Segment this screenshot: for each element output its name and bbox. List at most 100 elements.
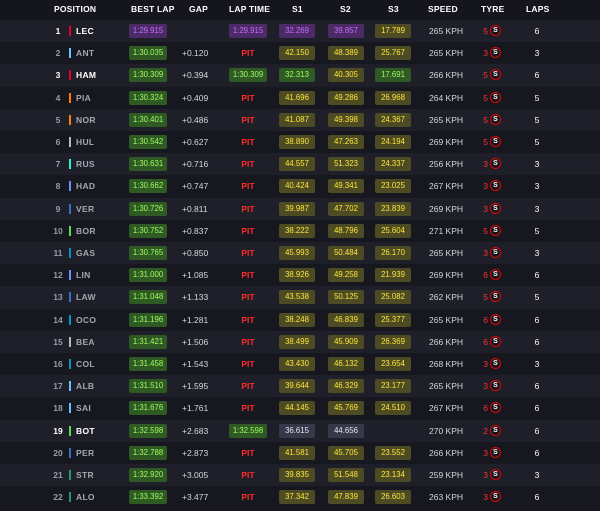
header-best-lap[interactable]: BEST LAP <box>131 4 175 14</box>
position-number: 11 <box>53 248 63 258</box>
table-row[interactable]: 21 STR 1:32.920 +3.005 PIT 39.835 51.548 23.134… <box>0 464 600 487</box>
table-row[interactable]: 8 HAD 1:30.662 +0.747 PIT 40.424 49.341 23.025 2… <box>0 175 600 198</box>
team-color-bar <box>69 48 71 59</box>
table-row[interactable]: 10 BOR 1:30.752 +0.837 PIT 38.222 48.796 25.604… <box>0 219 600 242</box>
table-row[interactable]: 9 VER 1:30.726 +0.811 PIT 39.987 47.702 23.839 2… <box>0 197 600 220</box>
gap-to-leader: +0.486 <box>182 114 209 125</box>
table-row[interactable]: 22 ALO 1:33.392 +3.477 PIT 37.342 47.839 26.603… <box>0 486 600 509</box>
lap-time-pit: PIT <box>241 270 255 281</box>
tyre-age: 3 <box>483 203 488 214</box>
header-gap[interactable]: GAP <box>189 4 208 14</box>
header-speed[interactable]: SPEED <box>428 4 458 14</box>
gap-to-leader: +1.761 <box>182 403 209 414</box>
header-s2[interactable]: S2 <box>340 4 351 14</box>
soft-tyre-icon: S <box>490 113 501 125</box>
tyre-age: 5 <box>483 26 488 36</box>
lap-time-pit: PIT <box>241 492 255 503</box>
speed-trap: 268 KPH <box>429 359 464 369</box>
header-s3[interactable]: S3 <box>388 4 399 14</box>
driver-code: ALB <box>76 381 95 392</box>
best-lap-time: 1:30.631 <box>129 157 167 172</box>
driver-code: ALO <box>76 492 95 503</box>
sector-1-time: 43.430 <box>279 357 315 371</box>
table-row[interactable]: 5 NOR 1:30.401 +0.486 PIT 41.087 49.398 24.367 2… <box>0 108 600 131</box>
table-row[interactable]: 2 ANT 1:30.035 +0.120 PIT 42.150 48.389 25.767 2… <box>0 42 600 65</box>
table-row[interactable]: 17 ALB 1:31.510 +1.595 PIT 39.644 46.329 23.177… <box>0 375 600 398</box>
lap-count: 5 <box>534 114 540 125</box>
sector-2-time: 44.656 <box>328 423 364 438</box>
position-number: 22 <box>53 492 63 503</box>
sector-1-time: 42.150 <box>279 46 315 61</box>
header-laps[interactable]: LAPS <box>526 4 549 14</box>
best-lap-time: 1:32.598 <box>129 423 167 438</box>
position-number: 13 <box>53 292 63 303</box>
lap-count: 3 <box>534 203 540 214</box>
best-lap-time: 1:30.401 <box>129 112 167 127</box>
table-row[interactable]: 18 SAI 1:31.676 +1.761 PIT 44.145 45.769 24.510… <box>0 397 600 420</box>
speed-trap: 269 KPH <box>429 270 464 281</box>
lap-time: 1:29.915 <box>229 24 267 38</box>
sector-3-time: 24.510 <box>375 401 411 416</box>
speed-trap: 271 KPH <box>429 225 464 236</box>
table-row[interactable]: 6 HUL 1:30.542 +0.627 PIT 38.890 47.263 24.194 2… <box>0 131 600 154</box>
position-number: 8 <box>55 181 61 192</box>
soft-tyre-icon: S <box>490 158 501 170</box>
table-row[interactable]: 1 LEC 1:29.915 1:29.915 32.269 39.857 17.789 26… <box>0 20 600 43</box>
table-row[interactable]: 4 PIA 1:30.324 +0.409 PIT 41.696 49.286 26.968 2… <box>0 86 600 109</box>
gap-to-leader: +1.281 <box>182 314 209 325</box>
table-row[interactable]: 13 LAW 1:31.048 +1.133 PIT 43.538 50.125 25.082… <box>0 286 600 309</box>
speed-trap: 270 KPH <box>429 425 464 436</box>
position-number: 17 <box>53 381 63 392</box>
table-row[interactable]: 20 PER 1:32.788 +2.873 PIT 41.581 45.705 23.552… <box>0 441 600 464</box>
tyre-age: 2 <box>483 425 488 436</box>
table-row[interactable]: 19 BOT 1:32.598 +2.683 1:32.598 36.615 44.656 2… <box>0 419 600 442</box>
gap-to-leader: +2.683 <box>182 425 209 436</box>
lap-count: 6 <box>534 270 540 281</box>
position-number: 1 <box>55 26 61 36</box>
lap-time-pit: PIT <box>241 48 255 59</box>
header-position[interactable]: POSITION <box>54 4 96 14</box>
table-row[interactable]: 12 LIN 1:31.000 +1.085 PIT 38.926 49.258 21.939… <box>0 264 600 287</box>
team-color-bar <box>69 181 71 192</box>
table-row[interactable]: 16 COL 1:31.458 +1.543 PIT 43.430 46.132 23.654… <box>0 353 600 376</box>
soft-tyre-icon: S <box>490 335 501 347</box>
tyre-age: 3 <box>483 359 488 369</box>
driver-code: PIA <box>76 92 92 103</box>
lap-count: 3 <box>534 359 540 369</box>
sector-1-time: 38.248 <box>279 312 315 327</box>
soft-tyre-icon: S <box>490 136 501 147</box>
best-lap-time: 1:32.920 <box>129 468 167 482</box>
table-row[interactable]: 3 HAM 1:30.309 +0.394 1:30.309 32.313 40.305 17… <box>0 64 600 87</box>
gap-to-leader: +1.543 <box>182 359 209 369</box>
header-lap-time[interactable]: LAP TIME <box>229 4 270 14</box>
tyre-age: 5 <box>483 114 488 125</box>
lap-time-pit: PIT <box>241 203 255 214</box>
lap-time-pit: PIT <box>241 114 255 125</box>
lap-count: 3 <box>534 248 540 258</box>
header-s1[interactable]: S1 <box>292 4 303 14</box>
speed-trap: 264 KPH <box>429 92 464 103</box>
best-lap-time: 1:30.726 <box>129 201 167 216</box>
header-tyre[interactable]: TYRE <box>481 4 504 14</box>
table-row[interactable]: 15 BEA 1:31.421 +1.506 PIT 38.499 45.909 26.369… <box>0 330 600 353</box>
sector-2-time: 48.796 <box>328 223 364 238</box>
position-number: 6 <box>55 137 61 147</box>
best-lap-time: 1:31.421 <box>129 334 167 349</box>
speed-trap: 265 KPH <box>429 26 464 36</box>
table-row[interactable]: 11 GAS 1:30.765 +0.850 PIT 45.993 50.484 26.170… <box>0 242 600 265</box>
lap-count: 6 <box>534 381 540 392</box>
gap-to-leader: +0.120 <box>182 48 209 59</box>
table-row[interactable]: 14 OCO 1:31.196 +1.281 PIT 38.248 46.839 25.377… <box>0 308 600 331</box>
driver-code: PER <box>76 447 95 458</box>
gap-to-leader: +0.811 <box>182 203 208 214</box>
tyre-age: 3 <box>483 447 488 458</box>
sector-1-time: 41.581 <box>279 445 315 460</box>
tyre-age: 3 <box>483 470 488 480</box>
table-row[interactable]: 7 RUS 1:30.631 +0.716 PIT 44.557 51.323 24.337 2… <box>0 153 600 176</box>
tyre-age: 3 <box>483 48 488 59</box>
speed-trap: 266 KPH <box>429 70 464 81</box>
lap-time-pit: PIT <box>241 225 255 236</box>
lap-time-pit: PIT <box>241 359 255 369</box>
gap-to-leader: +3.477 <box>182 492 209 503</box>
sector-1-time: 41.696 <box>279 90 315 105</box>
